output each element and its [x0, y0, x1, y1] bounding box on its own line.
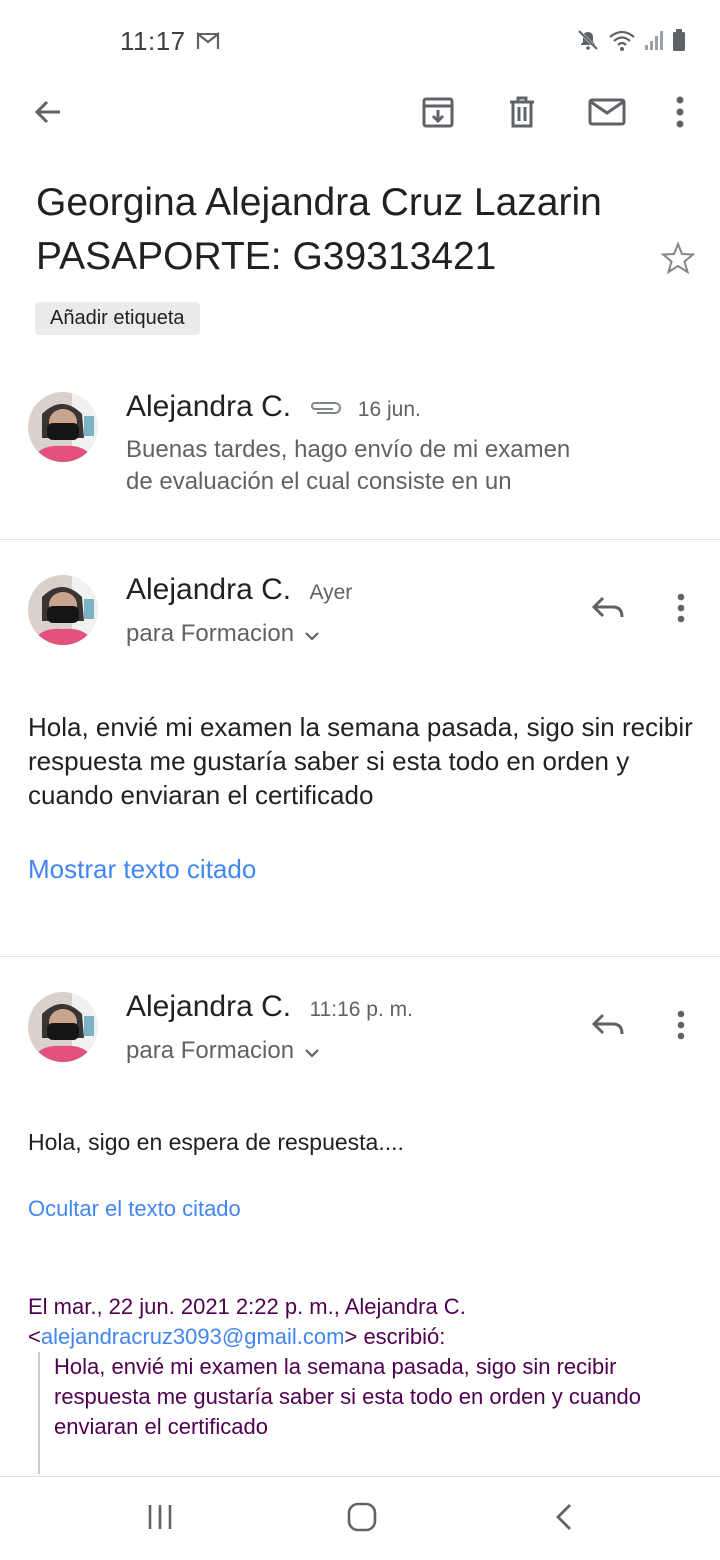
toolbar — [0, 84, 720, 144]
avatar[interactable] — [28, 575, 98, 645]
message-time: 16 jun. — [357, 398, 421, 421]
trash-icon — [506, 95, 538, 134]
nav-back-button[interactable] — [540, 1495, 588, 1543]
quote-header-suffix: escribió: — [363, 1324, 446, 1349]
message-body: Hola, sigo en espera de respuesta.... — [28, 1129, 404, 1155]
divider — [0, 956, 720, 957]
message-1-header[interactable]: Alejandra C. 16 jun. — [126, 390, 421, 425]
status-time: 11:17 — [120, 26, 186, 56]
gmail-notification-icon — [196, 31, 220, 56]
navigation-bar — [0, 1476, 720, 1560]
recipients-toggle[interactable]: para Formacion — [126, 1037, 320, 1065]
sender-name: Alejandra C. — [126, 990, 292, 1023]
sender-name: Alejandra C. — [126, 390, 292, 423]
home-icon — [346, 1501, 378, 1538]
battery-icon — [672, 28, 686, 57]
recipients-label: para Formacion — [126, 620, 295, 647]
quote-bar — [38, 1352, 40, 1474]
message-more-button[interactable] — [659, 588, 703, 632]
archive-icon — [421, 95, 455, 134]
reply-button[interactable] — [586, 1005, 630, 1049]
message-more-button[interactable] — [659, 1005, 703, 1049]
reply-icon — [591, 1012, 625, 1043]
message-time: Ayer — [309, 581, 353, 604]
message-snippet[interactable]: Buenas tardes, hago envío de mi examen d… — [126, 434, 570, 498]
show-quoted-text-link[interactable]: Mostrar texto citado — [28, 854, 256, 885]
chevron-down-icon — [304, 620, 320, 648]
divider — [0, 539, 720, 540]
home-button[interactable] — [338, 1495, 386, 1543]
chevron-down-icon — [304, 1037, 320, 1065]
star-icon — [660, 240, 696, 280]
recipients-label: para Formacion — [126, 1037, 295, 1064]
hide-quoted-text-link[interactable]: Ocultar el texto citado — [28, 1196, 241, 1222]
email-subject: Georgina Alejandra Cruz Lazarin PASAPORT… — [36, 181, 602, 278]
signal-icon — [644, 29, 664, 56]
reply-button[interactable] — [586, 588, 630, 632]
mute-icon — [576, 28, 600, 57]
more-vert-icon — [676, 96, 684, 133]
more-vert-icon — [677, 1010, 685, 1045]
wifi-icon — [608, 28, 636, 57]
snippet-line: de evaluación el cual consiste en un — [126, 468, 512, 495]
star-button[interactable] — [658, 240, 698, 280]
message-3-header[interactable]: Alejandra C. 11:16 p. m. — [126, 990, 413, 1024]
recent-apps-button[interactable] — [136, 1495, 184, 1543]
archive-button[interactable] — [416, 92, 460, 136]
reply-icon — [591, 595, 625, 626]
quote-email-link[interactable]: alejandracruz3093@gmail.com — [41, 1324, 345, 1349]
quote-header: El mar., 22 jun. 2021 2:22 p. m., Alejan… — [28, 1294, 466, 1349]
message-time: 11:16 p. m. — [309, 998, 413, 1021]
attachment-icon — [309, 391, 343, 425]
nav-back-icon — [554, 1502, 574, 1537]
snippet-line: Buenas tardes, hago envío de mi examen — [126, 436, 571, 463]
mark-unread-icon — [588, 97, 626, 132]
recipients-toggle[interactable]: para Formacion — [126, 620, 320, 648]
more-vert-icon — [677, 593, 685, 628]
back-button[interactable] — [26, 92, 70, 136]
status-bar: 11:17 — [0, 0, 720, 84]
sender-name: Alejandra C. — [126, 573, 292, 606]
message-body: Hola, envié mi examen la semana pasada, … — [28, 712, 693, 810]
delete-button[interactable] — [500, 92, 544, 136]
quoted-body: Hola, envié mi examen la semana pasada, … — [54, 1354, 642, 1439]
avatar[interactable] — [28, 392, 98, 462]
back-arrow-icon — [32, 96, 64, 133]
avatar[interactable] — [28, 992, 98, 1062]
add-label-chip[interactable]: Añadir etiqueta — [35, 302, 200, 335]
mark-unread-button[interactable] — [585, 92, 629, 136]
status-icons — [576, 28, 686, 57]
quote-header-prefix: El mar., 22 jun. 2021 2:22 p. m., Alejan… — [28, 1294, 466, 1319]
message-2-header[interactable]: Alejandra C. Ayer — [126, 573, 352, 607]
recent-apps-icon — [145, 1503, 175, 1536]
more-options-button[interactable] — [658, 92, 702, 136]
